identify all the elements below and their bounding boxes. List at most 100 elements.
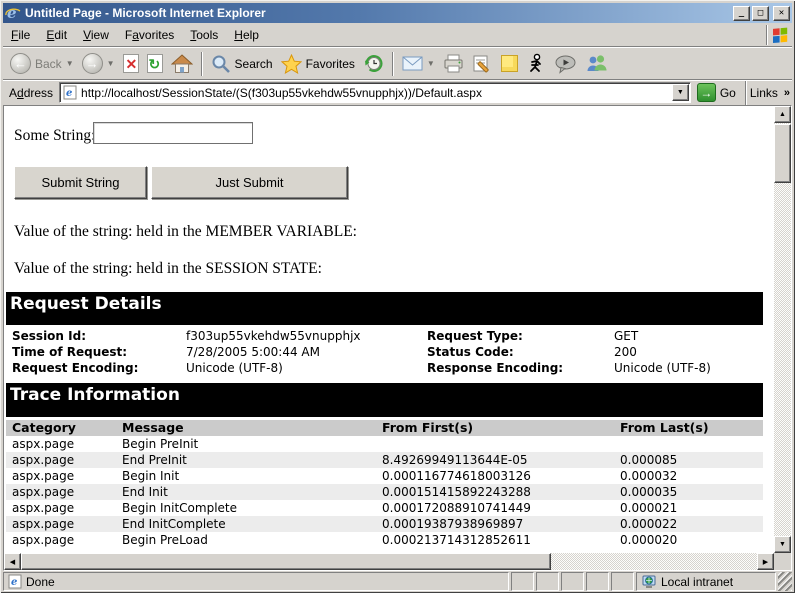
search-button[interactable]: Search: [208, 50, 276, 77]
edit-button[interactable]: [469, 50, 496, 77]
scroll-down-icon[interactable]: ▼: [774, 536, 791, 553]
field-label: Request Type:: [421, 328, 608, 344]
vertical-scrollbar[interactable]: ▲ ▼: [774, 106, 791, 553]
refresh-button[interactable]: ↻: [144, 50, 166, 77]
links-button[interactable]: Links: [750, 86, 778, 100]
field-value: 7/28/2005 5:00:44 AM: [180, 344, 421, 360]
just-submit-button[interactable]: Just Submit: [151, 166, 348, 199]
windows-flag-icon: [766, 25, 792, 45]
print-button[interactable]: [440, 50, 467, 77]
history-icon: [363, 53, 384, 74]
member-variable-text: Value of the string: held in the MEMBER …: [14, 223, 357, 241]
standard-toolbar: ← Back ▼ → ▼ ✕ ↻ Search: [3, 48, 792, 79]
print-icon: [443, 54, 464, 73]
status-pane-empty: [611, 572, 634, 591]
aim-button[interactable]: [523, 50, 549, 77]
menu-file[interactable]: File: [3, 26, 38, 44]
title-bar[interactable]: e Untitled Page - Microsoft Internet Exp…: [3, 3, 792, 23]
msn-people-icon: [585, 54, 608, 74]
favorites-button[interactable]: Favorites: [278, 50, 358, 77]
col-message: Message: [116, 420, 376, 436]
address-field[interactable]: e ▼: [59, 82, 691, 103]
aim-running-man-icon: [526, 53, 546, 75]
edit-page-icon: [472, 54, 493, 73]
forward-dropdown-icon[interactable]: ▼: [107, 59, 115, 68]
page-ie-icon: e: [63, 85, 77, 100]
vertical-scroll-thumb[interactable]: [774, 124, 791, 183]
trace-information-header: Trace Information: [6, 383, 763, 417]
mail-dropdown-icon[interactable]: ▼: [427, 59, 435, 68]
toolbar-separator: [392, 52, 394, 76]
home-icon: [171, 54, 193, 74]
history-button[interactable]: [360, 50, 387, 77]
field-label: Status Code:: [421, 344, 608, 360]
browser-viewport: Some String: Submit String Just Submit V…: [3, 105, 792, 571]
search-label: Search: [235, 57, 273, 71]
scroll-up-icon[interactable]: ▲: [774, 106, 791, 123]
close-button[interactable]: ✕: [773, 6, 790, 21]
messenger-balloon-icon: [554, 54, 577, 74]
back-dropdown-icon[interactable]: ▼: [66, 59, 74, 68]
submit-string-button[interactable]: Submit String: [14, 166, 147, 199]
status-text: Done: [26, 575, 55, 589]
security-zone-pane: Local intranet: [636, 572, 776, 591]
field-value: 200: [608, 344, 763, 360]
browser-window: e Untitled Page - Microsoft Internet Exp…: [0, 0, 795, 593]
messenger-button[interactable]: [551, 50, 580, 77]
some-string-label: Some String:: [14, 127, 95, 145]
back-icon: ←: [10, 53, 31, 74]
scroll-right-icon[interactable]: ▶: [757, 553, 774, 570]
status-pane-empty: [586, 572, 609, 591]
zone-text: Local intranet: [661, 575, 733, 589]
stop-button[interactable]: ✕: [120, 50, 142, 77]
refresh-icon: ↻: [147, 54, 163, 73]
mail-icon: [402, 56, 423, 71]
toolbar-separator: [745, 81, 747, 105]
status-pane-empty: [511, 572, 534, 591]
some-string-input[interactable]: [93, 122, 253, 144]
menu-view[interactable]: View: [75, 26, 117, 44]
menu-tools[interactable]: Tools: [182, 26, 226, 44]
sticky-note-icon: [501, 55, 518, 72]
trace-table: Category Message From First(s) From Last…: [6, 420, 763, 548]
horizontal-scroll-thumb[interactable]: [21, 553, 551, 570]
menu-edit[interactable]: Edit: [38, 26, 75, 44]
field-value: f303up55vkehdw55vnupphjx: [180, 328, 421, 344]
chevron-right-icon[interactable]: »: [784, 87, 790, 99]
address-dropdown-icon[interactable]: ▼: [672, 84, 689, 101]
page-done-icon: e: [8, 574, 22, 589]
scroll-left-icon[interactable]: ◀: [4, 553, 21, 570]
home-button[interactable]: [168, 50, 196, 77]
table-row: aspx.pageEnd InitComplete0.0001938793896…: [6, 516, 763, 532]
toolbar-separator: [201, 52, 203, 76]
address-label: Address: [5, 86, 59, 100]
minimize-button[interactable]: _: [733, 6, 750, 21]
notes-button[interactable]: [498, 50, 521, 77]
web-page: Some String: Submit String Just Submit V…: [4, 106, 774, 553]
window-title: Untitled Page - Microsoft Internet Explo…: [25, 6, 731, 20]
status-pane-empty: [536, 572, 559, 591]
field-label: Time of Request:: [6, 344, 180, 360]
msn-messenger-button[interactable]: [582, 50, 611, 77]
col-from-first: From First(s): [376, 420, 614, 436]
svg-text:e: e: [7, 5, 17, 21]
col-category: Category: [6, 420, 116, 436]
go-button[interactable]: → Go: [691, 83, 742, 102]
mail-button[interactable]: ▼: [399, 50, 438, 77]
back-button[interactable]: ← Back ▼: [7, 50, 77, 77]
status-bar: e Done Local intranet: [3, 571, 792, 591]
horizontal-scrollbar[interactable]: ◀ ▶: [4, 553, 774, 570]
back-label: Back: [35, 57, 62, 71]
field-value: Unicode (UTF-8): [608, 360, 763, 376]
address-input[interactable]: [77, 86, 672, 100]
svg-text:e: e: [66, 88, 72, 99]
request-details-grid: Session Id: f303up55vkehdw55vnupphjx Req…: [6, 328, 763, 376]
ie-logo-icon: e: [5, 5, 21, 21]
menu-favorites[interactable]: Favorites: [117, 26, 182, 44]
menu-help[interactable]: Help: [226, 26, 267, 44]
table-row: aspx.pageBegin InitComplete0.00017208891…: [6, 500, 763, 516]
forward-button[interactable]: → ▼: [79, 50, 118, 77]
maximize-button[interactable]: □: [752, 6, 769, 21]
address-bar: Address e ▼ → Go Links »: [3, 81, 792, 104]
resize-grip[interactable]: [778, 572, 792, 591]
